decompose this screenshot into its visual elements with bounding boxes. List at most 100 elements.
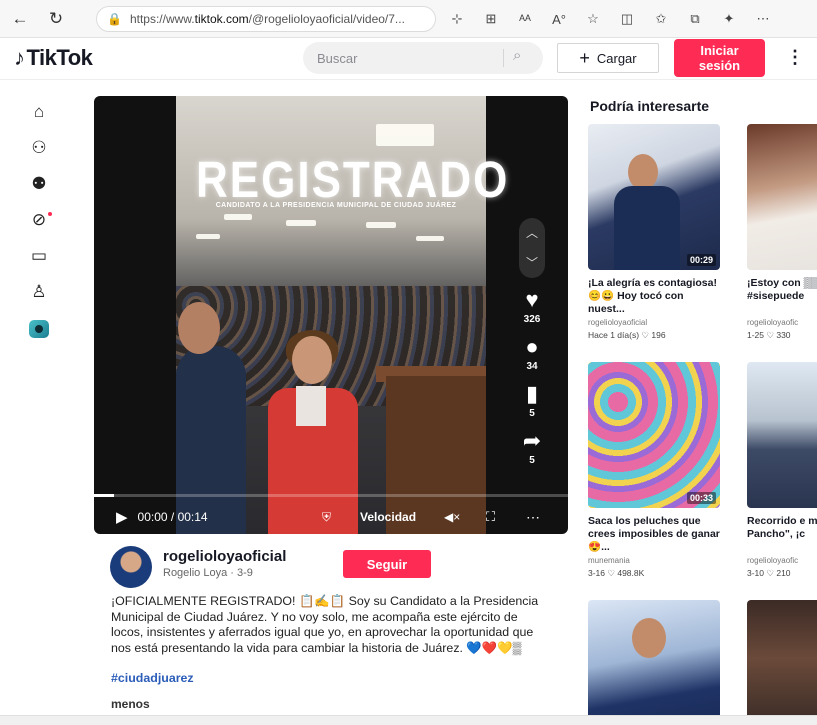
ceiling-light xyxy=(416,236,444,241)
ceiling-light xyxy=(376,124,434,146)
url-path: /@rogelioloyaoficial/video/7... xyxy=(248,12,405,26)
progress-fill xyxy=(94,494,114,497)
speed-icon[interactable]: ⛨ xyxy=(322,510,331,525)
video-caption: ¡OFICIALMENTE REGISTRADO! 📋✍️📋 Soy su Ca… xyxy=(111,594,539,655)
save-count: 5 xyxy=(529,408,535,419)
read-aloud-icon[interactable]: ᴬᴬ xyxy=(508,8,542,30)
following-icon[interactable]: ⚇ xyxy=(24,130,54,166)
save-button[interactable]: ▮ 5 xyxy=(512,382,552,420)
video-thumbnail xyxy=(588,600,720,715)
video-thumbnail: 00:29 xyxy=(588,124,720,270)
more-icon[interactable]: ⋯ xyxy=(526,509,541,526)
author-username[interactable]: rogelioloyaoficial xyxy=(163,548,286,565)
search-divider xyxy=(503,49,504,67)
like-button[interactable]: ♥ 326 xyxy=(512,287,552,326)
browser-icons: ⊹ ⊞ ᴬᴬ A° ☆ ◫ ✩ ⧉ ✦ ⋯ xyxy=(440,8,780,30)
play-icon[interactable]: ▶ xyxy=(116,508,128,526)
ceiling-light xyxy=(286,220,316,226)
address-bar[interactable]: 🔒 https://www. tiktok.com/@rogelioloyaofi… xyxy=(96,6,436,32)
home-icon[interactable]: ⌂ xyxy=(24,94,54,130)
favorites-icon[interactable]: ✩ xyxy=(644,8,678,30)
search-input[interactable]: Buscar ⌕ xyxy=(303,42,543,74)
more-options-icon[interactable]: ⋮ xyxy=(786,47,804,68)
show-less-button[interactable]: menos xyxy=(111,697,150,711)
video-thumbnail xyxy=(747,124,817,270)
suggestion-author: munemania xyxy=(588,556,630,565)
fullscreen-icon[interactable]: ⛶ xyxy=(486,509,495,525)
share-count: 5 xyxy=(529,455,535,466)
reload-icon[interactable]: ↻ xyxy=(44,7,68,31)
suggestion-title: ¡Estoy con ▒▒ #ciudadj #sisepuede xyxy=(747,277,817,302)
extensions-icon[interactable]: ✦ xyxy=(712,8,746,30)
site-header: ♪ TikTok Buscar ⌕ + Cargar Iniciar sesió… xyxy=(0,38,817,80)
video-thumbnail xyxy=(747,362,817,508)
chevron-up-icon[interactable]: ︿ xyxy=(519,218,545,248)
user-avatar-icon[interactable] xyxy=(29,320,49,338)
time-readout: 00:00 / 00:14 xyxy=(137,510,208,524)
suggestion-card[interactable] xyxy=(747,600,817,715)
share-icon: ➦ xyxy=(522,428,542,453)
speed-button[interactable]: Velocidad xyxy=(360,510,416,524)
status-bar xyxy=(0,715,817,725)
text-icon[interactable]: A° xyxy=(542,8,576,30)
chevron-down-icon[interactable]: ﹀ xyxy=(519,248,545,278)
suggestion-card[interactable] xyxy=(588,600,738,715)
video-actions: ♥ 326 ● 34 ▮ 5 ➦ 5 xyxy=(512,288,552,476)
suggestions-title: Podría interesarte xyxy=(590,98,710,114)
suggestion-title: Recorrido e mercado "S Pancho", ¡c xyxy=(747,515,817,540)
tiktok-logo[interactable]: ♪ TikTok xyxy=(14,45,93,71)
suggestion-card[interactable]: 00:33 Saca los peluches que crees imposi… xyxy=(588,362,738,579)
plus-icon: + xyxy=(579,47,590,68)
suggestion-meta: 1-25 ♡ 330 xyxy=(747,330,791,340)
login-button[interactable]: Iniciar sesión xyxy=(674,39,765,77)
explore-icon[interactable]: ⊘ xyxy=(24,202,54,238)
ceiling-light xyxy=(366,222,396,228)
logo-text: TikTok xyxy=(26,45,93,70)
suggestion-card[interactable]: 00:29 ¡La alegría es contagiosa! 😊😀 Hoy … xyxy=(588,124,738,341)
mute-icon[interactable]: ◀× xyxy=(444,510,460,524)
suggestion-card[interactable]: ¡Estoy con ▒▒ #ciudadj #sisepuede rogeli… xyxy=(747,124,817,341)
video-nav: ︿ ﹀ xyxy=(519,218,545,278)
favorite-icon[interactable]: ☆ xyxy=(576,8,610,30)
live-icon[interactable]: ▭ xyxy=(24,238,54,274)
profile-icon[interactable]: ♙ xyxy=(24,274,54,310)
heart-icon: ♥ xyxy=(525,287,539,312)
suggestion-author: rogelioloyaoficial xyxy=(588,318,648,327)
lock-icon: 🔒 xyxy=(107,12,122,26)
like-count: 326 xyxy=(523,314,541,325)
search-placeholder: Buscar xyxy=(317,50,358,66)
suggestion-card[interactable]: Recorrido e mercado "S Pancho", ¡c rogel… xyxy=(747,362,817,579)
comment-icon: ● xyxy=(525,334,539,359)
login-line-2: sesión xyxy=(698,58,741,73)
notification-dot xyxy=(48,212,52,216)
share-button[interactable]: ➦ 5 xyxy=(512,428,552,467)
video-controls: ▶ 00:00 / 00:14 ⛨ Velocidad ◀× ⛶ ⋯ xyxy=(94,500,568,534)
suggestion-author: rogelioloyaofic xyxy=(747,318,799,327)
suggestion-title: ¡La alegría es contagiosa! 😊😀 Hoy tocó c… xyxy=(588,277,717,315)
friends-icon[interactable]: ⚉ xyxy=(24,166,54,202)
follow-button[interactable]: Seguir xyxy=(343,550,431,578)
video-overlay-subtitle: CANDIDATO A LA PRESIDENCIA MUNICIPAL DE … xyxy=(215,202,457,209)
collections-icon[interactable]: ⧉ xyxy=(678,8,712,30)
star-add-icon[interactable]: ⊹ xyxy=(440,8,474,30)
comment-button[interactable]: ● 34 xyxy=(512,334,552,373)
author-display-name: Rogelio Loya · 3-9 xyxy=(163,567,253,579)
video-duration: 00:33 xyxy=(686,492,716,504)
split-icon[interactable]: ◫ xyxy=(610,8,644,30)
hashtag-link[interactable]: #ciudadjuarez xyxy=(111,671,194,685)
search-icon[interactable]: ⌕ xyxy=(513,47,521,64)
more-icon[interactable]: ⋯ xyxy=(746,8,780,30)
suggestion-author: rogelioloyaofic xyxy=(747,556,799,565)
video-player[interactable]: REGISTRADO CANDIDATO A LA PRESIDENCIA MU… xyxy=(94,96,568,534)
ceiling-light xyxy=(196,234,220,239)
avatar[interactable] xyxy=(110,546,152,588)
comment-count: 34 xyxy=(526,361,538,372)
upload-button[interactable]: + Cargar xyxy=(557,43,659,73)
back-icon[interactable]: ← xyxy=(8,7,32,31)
progress-bar[interactable] xyxy=(94,494,568,497)
suggestion-title: Saca los peluches que crees imposibles d… xyxy=(588,515,720,553)
grid-icon[interactable]: ⊞ xyxy=(474,8,508,30)
ceiling-light xyxy=(224,214,252,220)
suggestion-meta: 3-16 ♡ 498.8K xyxy=(588,568,645,578)
video-duration: 00:29 xyxy=(686,254,716,266)
